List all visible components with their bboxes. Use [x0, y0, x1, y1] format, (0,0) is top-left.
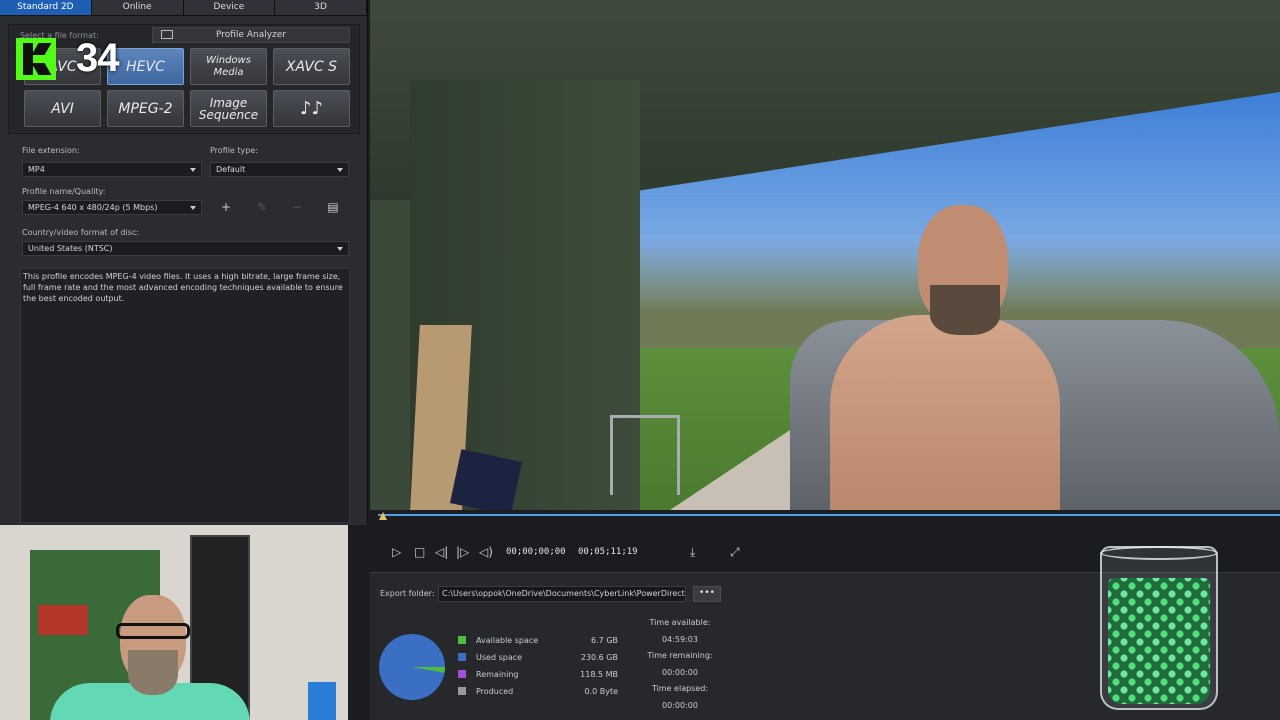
available-swatch	[458, 636, 466, 644]
chevron-down-icon	[337, 168, 343, 172]
video-preview	[370, 0, 1280, 510]
time-elapsed-label: Time elapsed:	[651, 684, 709, 693]
tab-standard-2d[interactable]: Standard 2D	[0, 0, 92, 16]
chevron-down-icon	[190, 168, 196, 172]
total-timecode: 00;05;11;19	[578, 547, 638, 557]
add-profile-button[interactable]: +	[215, 200, 237, 215]
playhead-handle[interactable]	[379, 512, 387, 520]
time-available-value: 04:59:03	[662, 635, 698, 644]
legend-used: Used space	[458, 653, 522, 662]
profile-analyzer-label: Profile Analyzer	[215, 30, 286, 40]
streamer	[50, 595, 250, 720]
kick-badge: 34	[16, 36, 132, 82]
format-xavc-s-button[interactable]: XAVC S	[273, 48, 350, 85]
stop-icon[interactable]: □	[414, 545, 425, 559]
edit-profile-icon[interactable]: ✎	[251, 200, 273, 215]
legend-produced: Produced	[458, 687, 513, 696]
file-extension-dropdown[interactable]: MP4	[22, 162, 202, 177]
kick-coins-icon	[1108, 578, 1210, 704]
webcam-overlay	[0, 525, 348, 720]
snapshot-icon[interactable]: ⤓	[690, 545, 695, 559]
kick-jar-overlay	[1100, 546, 1218, 710]
legend-available: Available space	[458, 636, 538, 645]
tab-3d[interactable]: 3D	[275, 0, 367, 16]
used-swatch	[458, 653, 466, 661]
remaining-swatch	[458, 670, 466, 678]
timeline-track	[378, 514, 1280, 516]
file-extension-label: File extension:	[22, 146, 80, 155]
legend-remaining: Remaining	[458, 670, 518, 679]
profile-details-icon[interactable]: ▤	[322, 200, 344, 215]
tab-online[interactable]: Online	[91, 0, 184, 16]
profile-quality-dropdown[interactable]: MPEG-4 640 x 480/24p (5 Mbps)	[22, 200, 202, 215]
used-value: 230.6 GB	[580, 653, 618, 662]
remove-profile-button[interactable]: −	[286, 200, 308, 215]
analyzer-icon	[161, 30, 173, 39]
disk-usage-pie	[379, 634, 445, 700]
previous-frame-icon[interactable]: ◁|	[435, 545, 448, 559]
profile-type-value: Default	[216, 165, 246, 174]
country-format-label: Country/video format of disc:	[22, 228, 139, 237]
timeline-scrubber[interactable]	[378, 512, 1280, 520]
time-remaining-label: Time remaining:	[647, 651, 713, 660]
profile-type-label: Profile type:	[210, 146, 258, 155]
kick-follower-count: 34	[76, 36, 119, 80]
time-remaining-value: 00:00:00	[662, 668, 698, 677]
volume-icon[interactable]: ◁)	[479, 545, 493, 559]
country-format-value: United States (NTSC)	[28, 244, 113, 253]
profile-quality-label: Profile name/Quality:	[22, 187, 106, 196]
next-frame-icon[interactable]: |▷	[456, 545, 469, 559]
profile-quality-value: MPEG-4 640 x 480/24p (5 Mbps)	[28, 203, 158, 212]
undock-icon[interactable]: ⤢	[730, 545, 740, 559]
produced-swatch	[458, 687, 466, 695]
produce-settings-panel: Standard 2D Online Device 3D Select a fi…	[0, 0, 368, 525]
tab-bar: Standard 2D Online Device 3D	[0, 0, 367, 16]
screen: Standard 2D Online Device 3D Select a fi…	[0, 0, 1280, 720]
format-windows-media-button[interactable]: Windows Media	[190, 48, 267, 85]
play-icon[interactable]: ▷	[392, 545, 401, 559]
tab-device[interactable]: Device	[183, 0, 276, 16]
person-in-video	[830, 205, 1060, 510]
produced-value: 0.0 Byte	[584, 687, 618, 696]
time-available-label: Time available:	[649, 618, 711, 627]
file-extension-value: MP4	[28, 165, 45, 174]
profile-description: This profile encodes MPEG-4 video files.…	[20, 268, 350, 523]
chevron-down-icon	[190, 206, 196, 210]
remaining-value: 118.5 MB	[580, 670, 618, 679]
export-folder-label: Export folder:	[380, 589, 435, 598]
time-elapsed-value: 00:00:00	[662, 701, 698, 710]
profile-analyzer-button[interactable]: Profile Analyzer	[152, 27, 350, 43]
available-value: 6.7 GB	[591, 636, 618, 645]
browse-folder-button[interactable]: •••	[693, 586, 721, 602]
country-format-dropdown[interactable]: United States (NTSC)	[22, 241, 349, 256]
format-avi-button[interactable]: AVI	[24, 90, 101, 127]
format-audio-button[interactable]: ♪♪	[273, 90, 350, 127]
profile-type-dropdown[interactable]: Default	[210, 162, 349, 177]
kick-logo-icon	[16, 38, 56, 80]
format-mpeg2-button[interactable]: MPEG-2	[107, 90, 184, 127]
chevron-down-icon	[337, 247, 343, 251]
export-folder-input[interactable]: C:\Users\oppok\OneDrive\Documents\CyberL…	[438, 586, 686, 602]
current-timecode: 00;00;00;00	[506, 547, 566, 557]
format-image-sequence-button[interactable]: Image Sequence	[190, 90, 267, 127]
